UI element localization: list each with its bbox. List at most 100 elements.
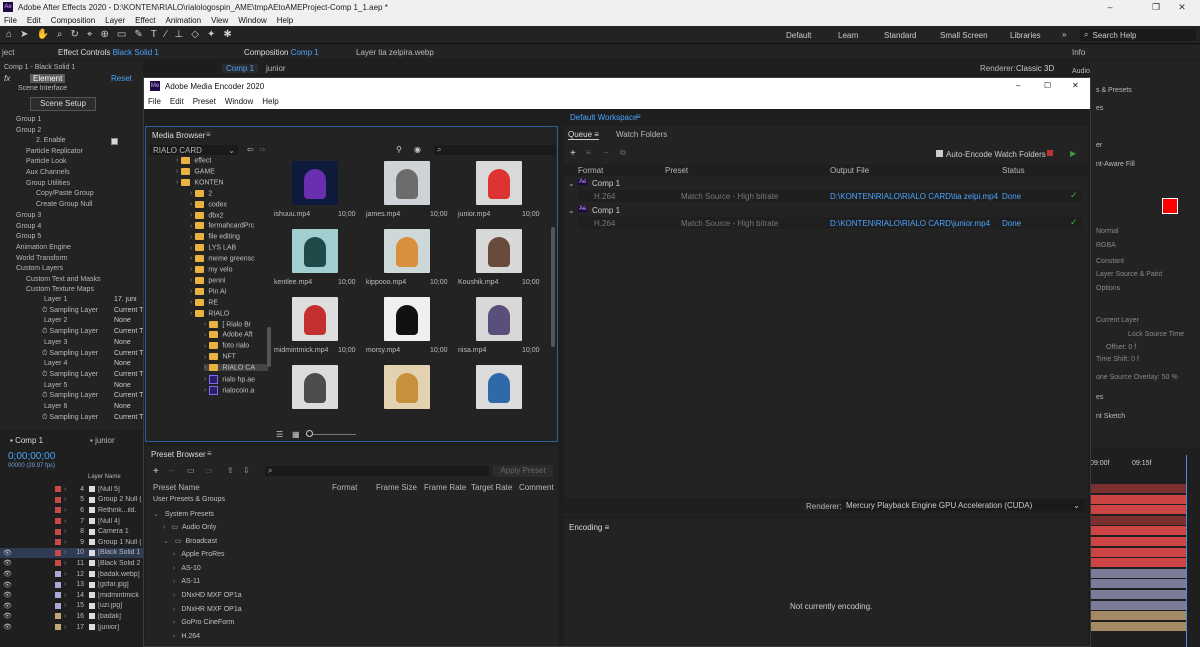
expand-chevron-icon[interactable]: ›: [204, 387, 206, 394]
layer-row[interactable]: 👁 › 16 [badak]: [0, 611, 144, 622]
layer-row[interactable]: 👁 › 11 [Black Solid 2: [0, 558, 144, 569]
roto-tool-icon[interactable]: ✦: [207, 29, 215, 40]
texture-layer-value[interactable]: Current T: [114, 350, 143, 357]
visibility-eye-icon[interactable]: 👁: [3, 612, 13, 620]
scene-setup-button[interactable]: Scene Setup: [30, 97, 96, 111]
expand-chevron-icon[interactable]: ›: [190, 245, 192, 252]
folder-item[interactable]: › meme greensc: [190, 255, 255, 262]
preset-header-name[interactable]: Preset Name: [153, 483, 200, 492]
expand-chevron-icon[interactable]: ›: [204, 321, 206, 328]
timeline-tab-comp1[interactable]: ▪ Comp 1: [10, 436, 43, 445]
encoding-tab[interactable]: Encoding ≡: [569, 523, 609, 532]
expand-chevron-icon[interactable]: ›: [204, 343, 206, 350]
workspace-menu-icon[interactable]: »: [1062, 30, 1066, 39]
expand-chevron-icon[interactable]: ›: [173, 578, 175, 585]
media-search-input[interactable]: ⌕: [434, 145, 556, 155]
texture-layer-value[interactable]: Current T: [114, 414, 143, 421]
expand-chevron-icon[interactable]: ›: [190, 201, 192, 208]
fx-create-group-null[interactable]: Create Group Null: [36, 201, 92, 208]
apply-preset-button[interactable]: Apply Preset: [493, 465, 553, 477]
media-thumbnail[interactable]: [476, 365, 522, 409]
rect-tool-icon[interactable]: ▭: [117, 29, 126, 40]
fx-particle-replicator[interactable]: Particle Replicator: [26, 148, 83, 155]
preset-header-comment[interactable]: Comment: [519, 483, 554, 492]
track-bar[interactable]: [1090, 579, 1186, 589]
comp-subtab-comp1[interactable]: Comp 1: [222, 64, 259, 73]
info-tab[interactable]: Info: [1072, 48, 1085, 57]
queue-output-file[interactable]: D:\KONTEN\RIALO\RIALO CARD\junior.mp4: [830, 219, 990, 228]
preset-row[interactable]: › H.264: [173, 633, 200, 640]
fx-group-2[interactable]: Group 2: [16, 127, 41, 134]
audio-panel-tab[interactable]: Audio: [1072, 68, 1090, 75]
duplicate-source-icon[interactable]: ⧉: [620, 148, 626, 158]
expand-chevron-icon[interactable]: ›: [176, 157, 178, 164]
folder-item[interactable]: › penni: [190, 276, 225, 284]
ame-renderer-dropdown[interactable]: Mercury Playback Engine GPU Acceleration…: [842, 500, 1084, 511]
queue-item-chevron-icon[interactable]: ⌄: [568, 179, 575, 188]
zoom-tool-icon[interactable]: ⌕: [57, 29, 63, 40]
media-item[interactable]: midmintmick.mp4 10;00: [272, 297, 362, 363]
layer-row[interactable]: 👁 › 12 [badak.webp]: [0, 569, 144, 580]
add-preset-icon[interactable]: +: [153, 466, 159, 477]
preset-browser-menu-icon[interactable]: ≡: [207, 449, 212, 458]
enable-checkbox[interactable]: [111, 138, 118, 145]
folder-item[interactable]: › GAME: [176, 167, 215, 175]
hand-tool-icon[interactable]: ✋: [36, 29, 48, 40]
expand-chevron-icon[interactable]: ›: [204, 376, 206, 383]
effects-presets-tab[interactable]: s & Presets: [1096, 87, 1132, 94]
fx-group-5[interactable]: Group 5: [16, 233, 41, 240]
layer-row[interactable]: 👁 › 15 [uzi.jpg]: [0, 601, 144, 612]
expand-chevron-icon[interactable]: ›: [190, 223, 192, 230]
view-icon[interactable]: ◉: [414, 145, 421, 154]
project-tab[interactable]: ject: [2, 48, 14, 57]
right-tab-er[interactable]: er: [1096, 142, 1102, 149]
texture-layer-value[interactable]: 17. juni: [114, 296, 143, 303]
texture-layer-value[interactable]: Current T: [114, 328, 143, 335]
menu-composition[interactable]: Composition: [51, 16, 95, 25]
preset-header-target-rate[interactable]: Target Rate: [471, 483, 512, 492]
ame-minimize-button[interactable]: –: [1016, 81, 1020, 90]
expand-chevron-icon[interactable]: ›: [190, 277, 192, 284]
track-bar[interactable]: [1090, 558, 1186, 568]
source-paint-value[interactable]: Layer Source & Paint: [1096, 271, 1162, 278]
expand-chevron-icon[interactable]: ›: [190, 190, 192, 197]
menu-help[interactable]: Help: [277, 16, 293, 25]
folder-item[interactable]: › 2: [190, 189, 212, 197]
menu-window[interactable]: Window: [238, 16, 266, 25]
fx-aux-channels[interactable]: Aux Channels: [26, 169, 70, 176]
layer-row[interactable]: › 9 Group 1 Null (: [0, 537, 144, 548]
track-bar[interactable]: [1090, 526, 1186, 536]
lock-source-time[interactable]: Lock Source Time: [1128, 331, 1184, 338]
folder-item[interactable]: › RIALO CA: [204, 364, 268, 372]
preset-search-input[interactable]: ⌕: [265, 466, 489, 476]
preset-row[interactable]: User Presets & Groups: [153, 496, 225, 503]
media-item[interactable]: nisa.mp4 10;00: [456, 297, 546, 363]
track-bar[interactable]: [1090, 494, 1186, 504]
preset-row[interactable]: › DNxHR MXF OP1a: [173, 606, 242, 613]
queue-item-chevron-icon[interactable]: ⌄: [568, 206, 575, 215]
fx-copy-paste-group[interactable]: Copy/Paste Group: [36, 190, 94, 197]
channels-value[interactable]: RGBA: [1096, 242, 1116, 249]
layer-tab[interactable]: Layer tia zelpira.webp: [356, 48, 434, 57]
comp-subtab-junior[interactable]: junior: [266, 64, 286, 73]
track-bar[interactable]: [1090, 621, 1186, 631]
expand-chevron-icon[interactable]: ›: [190, 234, 192, 241]
media-thumbnail[interactable]: [384, 229, 430, 273]
expand-chevron-icon[interactable]: ›: [173, 606, 175, 613]
queue-preset[interactable]: Match Source - High bitrate: [681, 219, 778, 228]
preset-header-frame-size[interactable]: Frame Size: [376, 483, 417, 492]
preset-row[interactable]: › Apple ProRes: [173, 551, 225, 558]
texture-layer-value[interactable]: Current T: [114, 307, 143, 314]
workspace-standard[interactable]: Standard: [884, 31, 916, 40]
content-aware-fill-tab[interactable]: nt-Aware Fill: [1096, 161, 1135, 168]
visibility-eye-icon[interactable]: 👁: [3, 570, 13, 578]
source-layer-value[interactable]: Current Layer: [1096, 317, 1139, 324]
folder-item[interactable]: › fermahcardPrc: [190, 222, 254, 230]
expand-chevron-icon[interactable]: ⌄: [153, 511, 159, 518]
expand-chevron-icon[interactable]: ›: [204, 354, 206, 361]
fx-group-utilities[interactable]: Group Utilities: [26, 180, 70, 187]
expand-chevron-icon[interactable]: ›: [176, 168, 178, 175]
eraser-tool-icon[interactable]: ◇: [191, 29, 199, 40]
fx-icon[interactable]: fx: [4, 74, 10, 83]
fx-scene-interface[interactable]: Scene Interface: [18, 85, 67, 92]
